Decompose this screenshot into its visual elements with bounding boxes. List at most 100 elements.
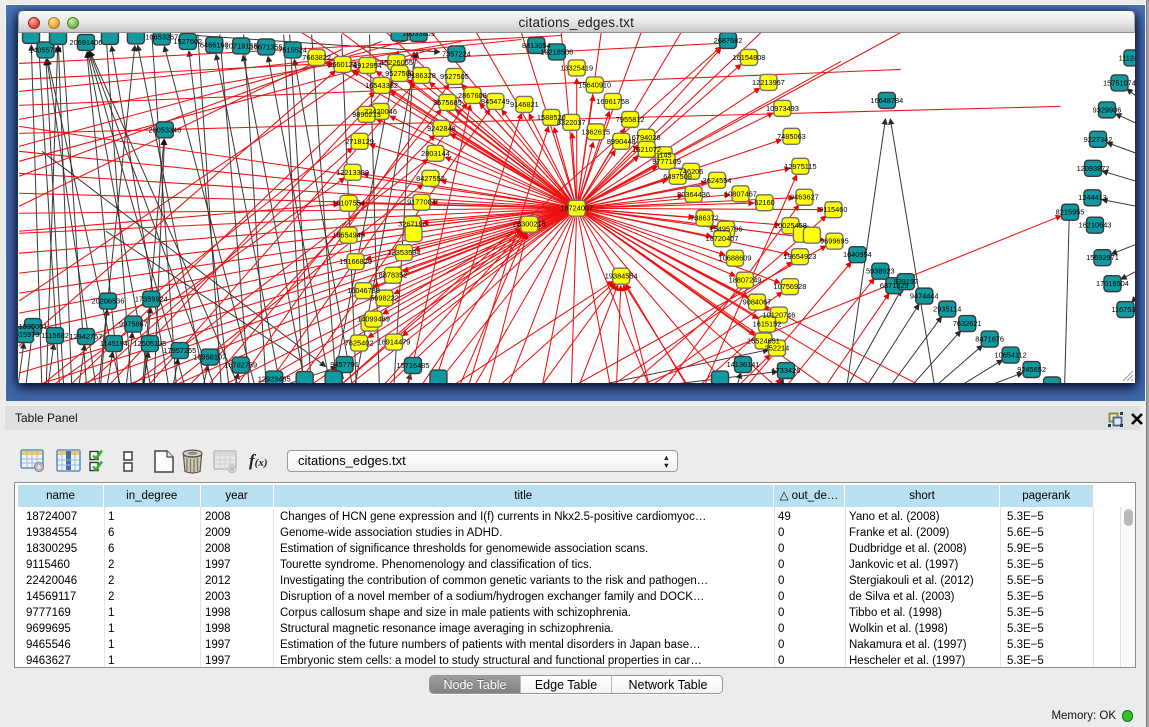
svg-text:8878352: 8878352	[378, 270, 407, 279]
svg-text:2803144: 2803144	[421, 148, 450, 157]
svg-text:16033809: 16033809	[402, 33, 435, 38]
svg-text:12213389: 12213389	[336, 167, 369, 176]
svg-text:5938923: 5938923	[865, 266, 894, 275]
svg-text:7663822: 7663822	[302, 52, 331, 61]
svg-text:10958107: 10958107	[193, 352, 226, 361]
svg-text:1115682: 1115682	[41, 331, 69, 340]
svg-text:16154808: 16154808	[732, 52, 765, 61]
svg-text:1362615: 1362615	[581, 127, 610, 136]
svg-text:12093872: 12093872	[1076, 163, 1109, 172]
svg-text:7357224: 7357224	[442, 49, 471, 58]
svg-text:8912954: 8912954	[353, 60, 382, 69]
svg-text:8427552: 8427552	[416, 173, 445, 182]
svg-text:14136141: 14136141	[726, 360, 759, 369]
svg-text:8471676: 8471676	[975, 334, 1004, 343]
svg-text:2935114: 2935114	[933, 304, 961, 313]
svg-text:10654112: 10654112	[994, 350, 1026, 359]
svg-text:14055714: 14055714	[29, 45, 62, 54]
svg-text:18720407: 18720407	[705, 234, 738, 243]
svg-text:20053346: 20053346	[148, 125, 181, 134]
svg-text:19384554: 19384554	[604, 271, 637, 280]
svg-text:8322037: 8322037	[556, 117, 585, 126]
svg-text:3267190: 3267190	[398, 219, 427, 228]
svg-text:20206536: 20206536	[91, 296, 124, 305]
svg-text:16648784: 16648784	[870, 95, 903, 104]
svg-text:10973493: 10973493	[766, 103, 799, 112]
svg-text:16961758: 16961758	[596, 96, 629, 105]
svg-text:16914479: 16914479	[377, 337, 410, 346]
svg-text:1167533: 1167533	[1111, 305, 1135, 314]
svg-text:2687682: 2687682	[713, 35, 742, 44]
svg-text:8454749: 8454749	[481, 96, 510, 105]
svg-text:18807249: 18807249	[728, 275, 761, 284]
svg-text:10756928: 10756928	[773, 282, 806, 291]
svg-text:9227342: 9227342	[1083, 134, 1112, 143]
svg-text:3915973: 3915973	[18, 330, 39, 339]
svg-text:13325419: 13325419	[560, 63, 593, 72]
svg-text:15495796: 15495796	[709, 224, 742, 233]
svg-text:9177004: 9177004	[407, 197, 436, 206]
svg-text:10688609: 10688609	[718, 253, 751, 262]
svg-text:12975115: 12975115	[784, 161, 816, 170]
svg-text:939197: 939197	[893, 277, 918, 286]
svg-text:16654946: 16654946	[332, 230, 365, 239]
svg-text:12942757: 12942757	[69, 332, 102, 341]
svg-text:8186328: 8186328	[407, 70, 436, 79]
svg-text:9975867: 9975867	[119, 319, 148, 328]
svg-text:6497508: 6497508	[663, 171, 692, 180]
svg-text:3624554: 3624554	[702, 175, 731, 184]
svg-text:10807467: 10807467	[724, 189, 757, 198]
svg-text:9474444: 9474444	[909, 291, 938, 300]
svg-text:15751074: 15751074	[1103, 78, 1135, 87]
svg-text:12213967: 12213967	[752, 77, 785, 86]
svg-text:5698222: 5698222	[370, 293, 399, 302]
svg-text:19654923: 19654923	[783, 252, 816, 261]
svg-text:12923485: 12923485	[257, 374, 290, 382]
svg-text:12353594: 12353594	[387, 248, 420, 257]
svg-text:7625402: 7625402	[344, 338, 373, 347]
svg-text:16107554: 16107554	[332, 198, 365, 207]
svg-text:9777169: 9777169	[652, 156, 681, 165]
svg-text:2718129: 2718129	[345, 136, 374, 145]
svg-text:1640954: 1640954	[842, 250, 871, 259]
svg-text:7632621: 7632621	[952, 319, 981, 328]
svg-text:10025458: 10025458	[774, 221, 807, 230]
svg-text:19166829: 19166829	[339, 257, 372, 266]
svg-text:16210643: 16210643	[1078, 220, 1111, 229]
svg-text:9245652: 9245652	[1017, 365, 1046, 374]
svg-text:17957255: 17957255	[163, 346, 196, 355]
svg-text:15226055: 15226055	[380, 57, 413, 66]
svg-text:6794028: 6794028	[631, 132, 660, 141]
svg-text:15716485: 15716485	[396, 361, 429, 370]
svg-text:19218506: 19218506	[540, 47, 573, 56]
svg-text:9457791: 9457791	[330, 360, 359, 369]
svg-text:28300215: 28300215	[512, 219, 545, 228]
svg-text:9146821: 9146821	[509, 99, 538, 108]
svg-text:10120746: 10120746	[762, 310, 795, 319]
svg-text:9699695: 9699695	[820, 236, 849, 245]
svg-text:1615152: 1615152	[752, 319, 781, 328]
svg-text:1527602: 1527602	[173, 36, 202, 45]
svg-text:9242848: 9242848	[427, 123, 456, 132]
svg-text:7386372: 7386372	[690, 213, 719, 222]
svg-text:1733426: 1733426	[771, 366, 800, 375]
svg-text:17016504: 17016504	[1096, 279, 1129, 288]
svg-text:252214: 252214	[764, 343, 789, 352]
svg-text:1145194: 1145194	[99, 339, 127, 348]
svg-text:15640910: 15640910	[578, 80, 611, 89]
svg-text:15692971: 15692971	[1086, 253, 1119, 262]
svg-text:9084067: 9084067	[742, 297, 771, 306]
svg-text:20691406: 20691406	[69, 37, 102, 46]
svg-text:9890213: 9890213	[352, 109, 381, 118]
svg-text:9463627: 9463627	[790, 192, 819, 201]
svg-text:12505135: 12505135	[133, 339, 166, 348]
svg-text:18724007: 18724007	[560, 203, 593, 212]
svg-text:8215955: 8215955	[1055, 207, 1084, 216]
svg-text:1244413: 1244413	[1078, 193, 1107, 202]
svg-text:62160: 62160	[754, 198, 775, 207]
svg-text:16543382: 16543382	[365, 80, 398, 89]
svg-text:16782759: 16782759	[224, 360, 257, 369]
svg-text:1112494: 1112494	[1118, 53, 1134, 62]
svg-text:9329906: 9329906	[1092, 105, 1121, 114]
svg-text:20364436: 20364436	[677, 189, 710, 198]
